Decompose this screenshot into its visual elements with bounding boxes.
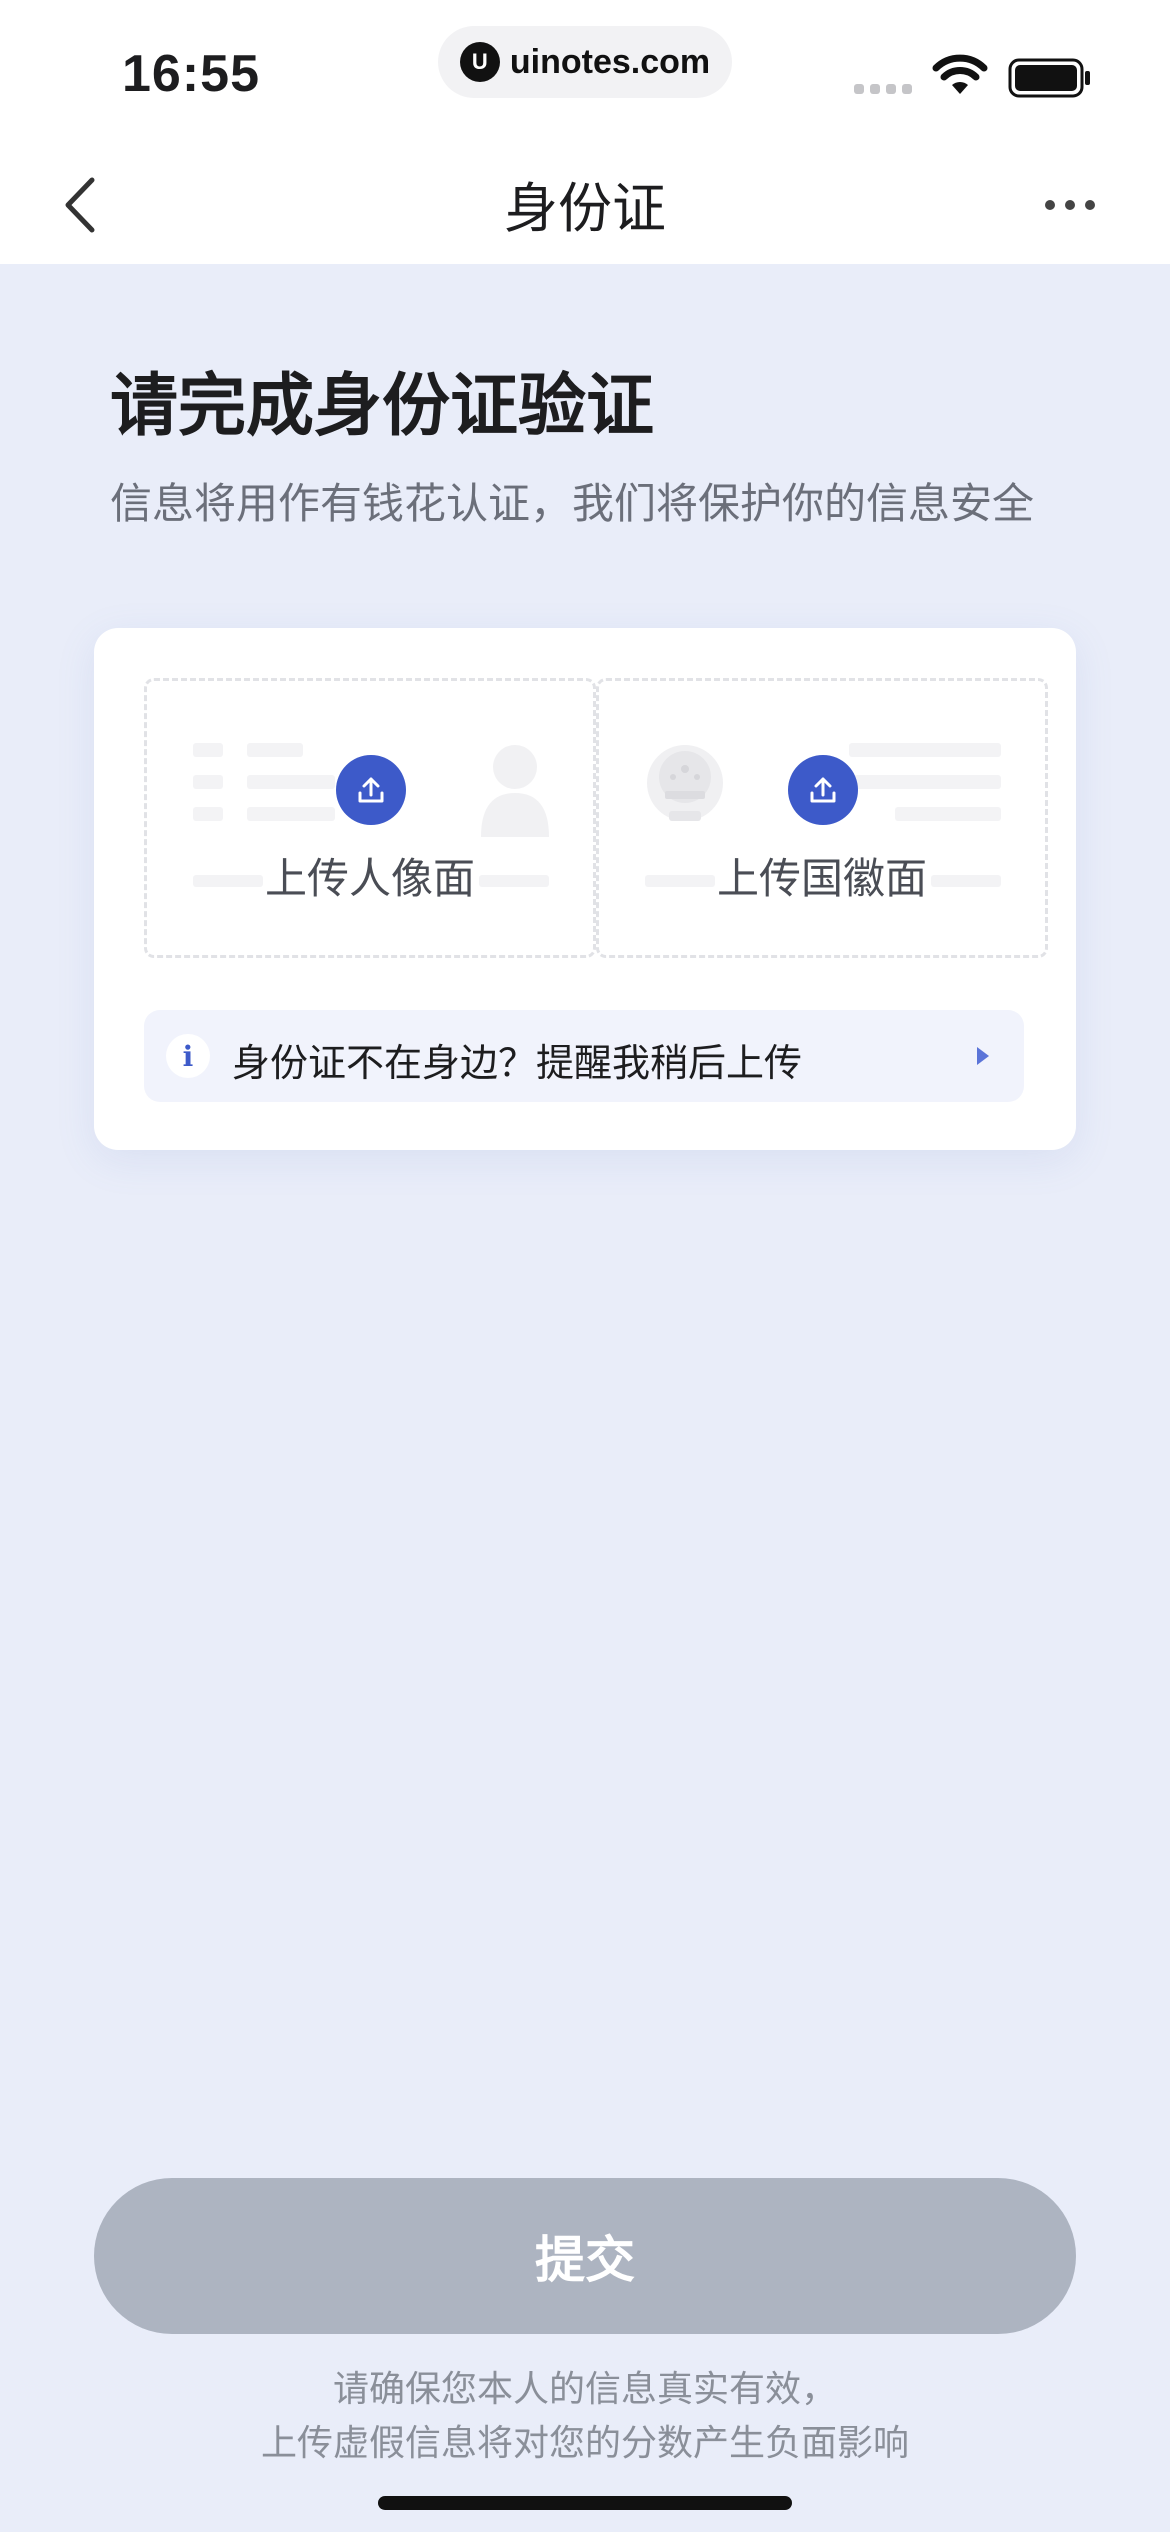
- url-text: uinotes.com: [509, 42, 711, 81]
- verification-subtitle: 信息将用作有钱花认证，我们将保护你的信息安全: [110, 479, 1035, 528]
- more-horizontal-icon[interactable]: [1044, 190, 1096, 220]
- signal-icon: [854, 84, 912, 94]
- placeholder-line: [247, 807, 335, 821]
- placeholder-line: [247, 743, 303, 757]
- placeholder-line: [849, 775, 1001, 789]
- page-title: 身份证: [504, 177, 666, 240]
- placeholder-line: [193, 743, 223, 757]
- verification-heading: 请完成身份证验证: [110, 367, 655, 446]
- submit-button[interactable]: 提交: [94, 2178, 1076, 2334]
- status-bar: 16:55 U uinotes.com: [0, 0, 1170, 130]
- portrait-placeholder-icon: [481, 745, 549, 837]
- placeholder-line: [849, 743, 1001, 757]
- placeholder-line: [895, 807, 1001, 821]
- upload-icon[interactable]: [336, 755, 406, 825]
- id-upload-card: 上传人像面 上传国徽面 i 身份证不在身边？提醒我稍后上传: [94, 628, 1076, 1150]
- placeholder-line: [247, 775, 335, 789]
- upload-back-slot[interactable]: 上传国徽面: [596, 678, 1048, 958]
- footnote-line: 请确保您本人的信息真实有效，: [332, 2369, 837, 2410]
- url-pill[interactable]: U uinotes.com: [438, 26, 732, 98]
- upload-front-label: 上传人像面: [264, 854, 475, 903]
- remind-later-bar[interactable]: i 身份证不在身边？提醒我稍后上传: [144, 1010, 1024, 1102]
- battery-icon: [1008, 58, 1090, 98]
- home-indicator: [378, 2496, 792, 2510]
- site-logo-icon: U: [459, 42, 500, 82]
- upload-back-label: 上传国徽面: [716, 854, 927, 903]
- upload-front-slot[interactable]: 上传人像面: [144, 678, 596, 958]
- national-emblem-placeholder-icon: [647, 745, 723, 821]
- placeholder-line: [193, 807, 223, 821]
- upload-icon[interactable]: [788, 755, 858, 825]
- remind-later-text: 身份证不在身边？提醒我稍后上传: [232, 1041, 803, 1085]
- info-icon: i: [166, 1034, 210, 1078]
- nav-bar: 身份证: [0, 130, 1170, 264]
- status-time: 16:55: [122, 45, 260, 103]
- placeholder-line: [193, 775, 223, 789]
- triangle-right-icon: [977, 1047, 989, 1065]
- wifi-icon: [932, 54, 988, 94]
- footnote-line: 上传虚假信息将对您的分数产生负面影响: [260, 2423, 909, 2464]
